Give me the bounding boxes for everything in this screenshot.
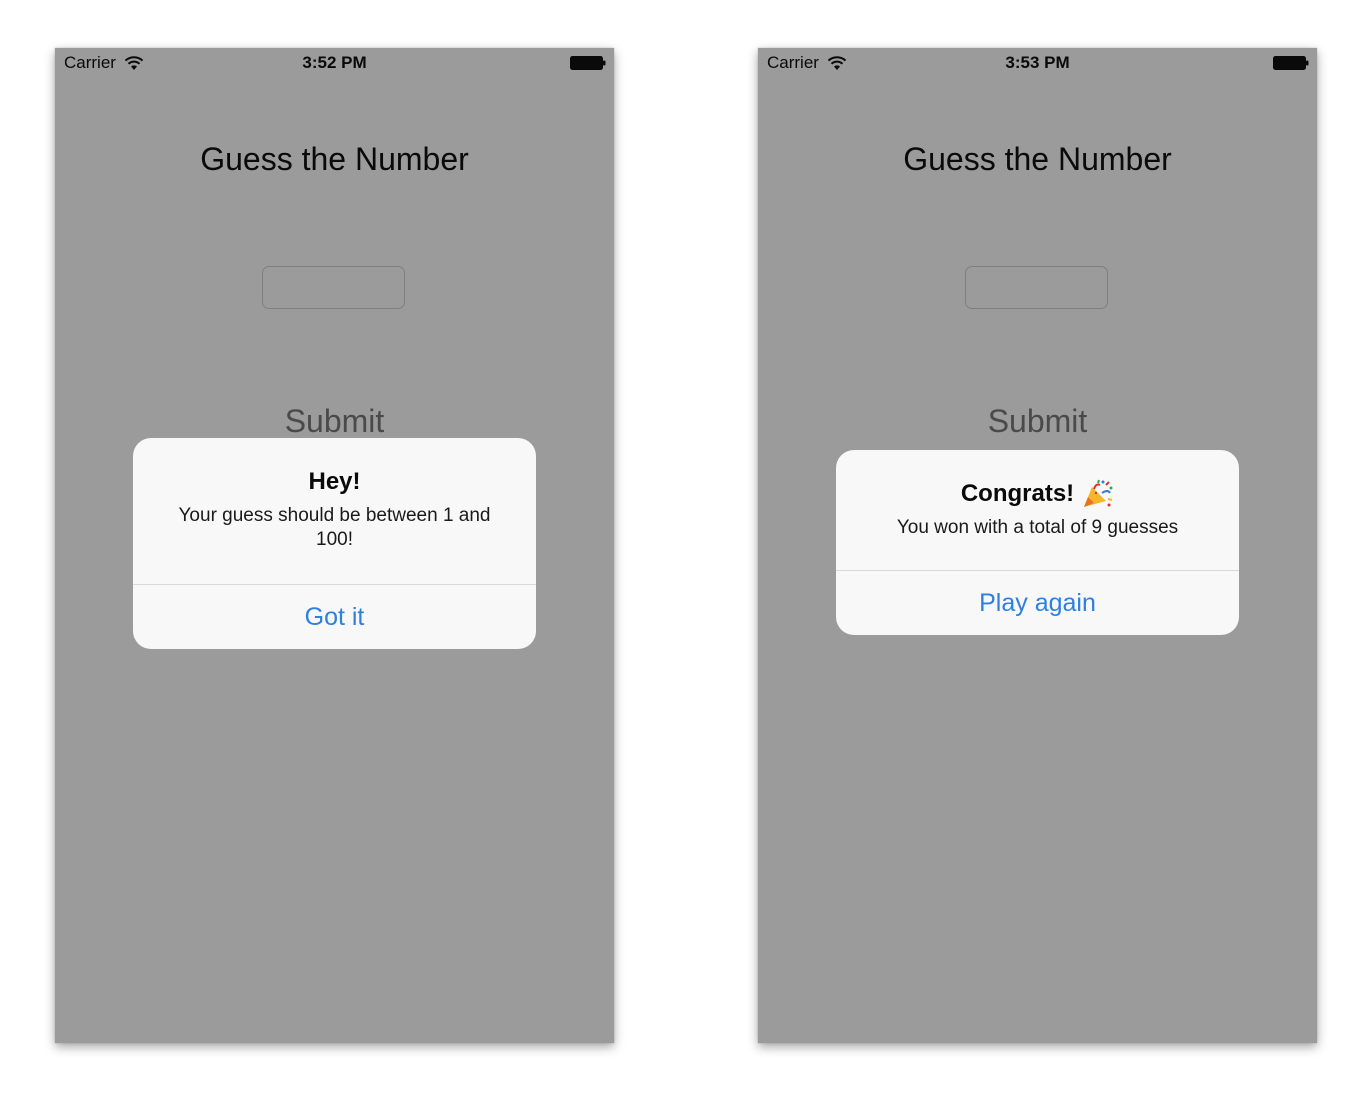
alert-title-text: Hey! (308, 468, 361, 495)
app-title: Guess the Number (903, 141, 1172, 177)
submit-button[interactable]: Submit (55, 403, 614, 440)
guess-input[interactable] (965, 266, 1108, 309)
phone-screen-right: Carrier 3:53 PM Guess the Number Submit … (758, 48, 1317, 1043)
submit-button[interactable]: Submit (758, 403, 1317, 440)
status-bar: Carrier 3:52 PM (55, 48, 614, 78)
alert-dialog: Hey! Your guess should be between 1 and … (133, 438, 536, 649)
got-it-button[interactable]: Got it (133, 585, 536, 649)
battery-icon (570, 56, 606, 70)
play-again-button[interactable]: Play again (836, 571, 1239, 635)
alert-message: Your guess should be between 1 and 100! (178, 505, 491, 550)
app-title: Guess the Number (200, 141, 469, 177)
alert-title: Hey! (153, 466, 516, 498)
alert-title-text: Congrats! (960, 480, 1075, 507)
guess-input[interactable] (262, 266, 405, 309)
party-popper-icon (1084, 479, 1113, 507)
status-time: 3:53 PM (1005, 53, 1070, 72)
status-bar: Carrier 3:53 PM (758, 48, 1317, 78)
status-time: 3:52 PM (302, 53, 367, 72)
alert-message: You won with a total of 9 guesses (896, 517, 1179, 538)
battery-icon (1273, 56, 1309, 70)
phone-screen-left: Carrier 3:52 PM Guess the Number Submit … (55, 48, 614, 1043)
alert-title: Congrats! (856, 478, 1219, 510)
alert-dialog: Congrats! You won with a total of 9 gues… (836, 450, 1239, 635)
